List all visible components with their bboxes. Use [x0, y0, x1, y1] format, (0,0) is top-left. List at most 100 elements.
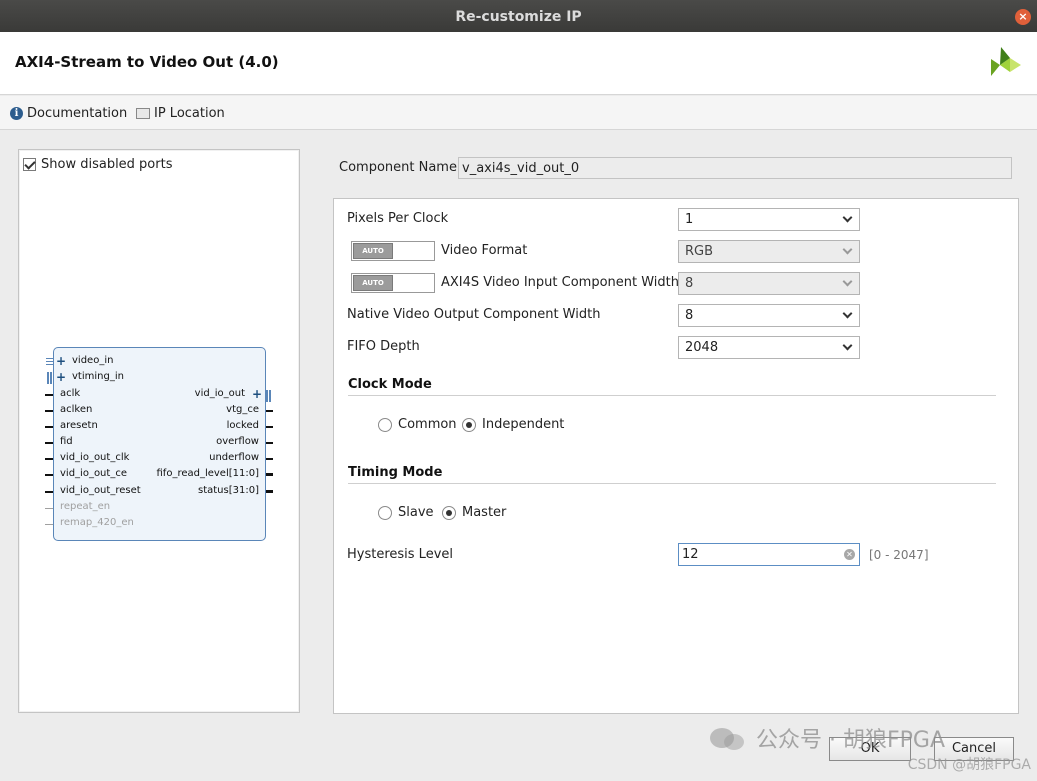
pin-vid-io-out-reset: [45, 491, 53, 493]
axi4s-width-select: 8: [678, 272, 860, 295]
auto-knob: AUTO: [353, 243, 393, 259]
video-format-select: RGB: [678, 240, 860, 263]
clock-mode-independent-label: Independent: [482, 417, 565, 432]
video-format-value: RGB: [685, 244, 714, 259]
clock-mode-common-label: Common: [398, 417, 457, 432]
ip-location-label: IP Location: [154, 106, 225, 121]
clock-mode-independent-radio[interactable]: Independent: [462, 417, 564, 432]
component-name-field[interactable]: v_axi4s_vid_out_0: [458, 157, 1012, 179]
hysteresis-level-label: Hysteresis Level: [347, 547, 453, 562]
close-icon[interactable]: ×: [1015, 9, 1031, 25]
wechat-icon: [710, 724, 746, 752]
window-titlebar: Re-customize IP ×: [0, 0, 1037, 32]
toolbar: i Documentation IP Location: [0, 96, 1037, 130]
fifo-depth-select[interactable]: 2048: [678, 336, 860, 359]
pin-aclk: [45, 394, 53, 396]
folder-icon: [136, 108, 150, 119]
ip-block-symbol: + video_in + vtiming_in aclk aclken ares…: [53, 347, 266, 541]
component-name-label: Component Name: [339, 160, 457, 175]
pin-underflow: [266, 458, 273, 460]
video-format-auto-toggle[interactable]: AUTO: [351, 241, 435, 261]
divider: [348, 395, 996, 396]
port-vtg-ce: vtg_ce: [226, 404, 259, 415]
native-width-value: 8: [685, 308, 694, 323]
documentation-button[interactable]: i Documentation: [10, 106, 127, 121]
timing-mode-slave-radio[interactable]: Slave: [378, 505, 434, 520]
bus-pin-video-in: [46, 361, 54, 362]
show-disabled-ports-checkbox[interactable]: Show disabled ports: [23, 157, 172, 172]
native-width-label: Native Video Output Component Width: [347, 307, 601, 322]
radio-selected-icon: [442, 505, 456, 520]
ip-symbol-panel: Show disabled ports + video_in + vtiming…: [18, 149, 300, 713]
pin-vtg-ce: [266, 410, 273, 412]
pin-aclken: [45, 410, 53, 412]
native-width-select[interactable]: 8: [678, 304, 860, 327]
expand-icon[interactable]: +: [56, 370, 66, 384]
chevron-down-icon: [842, 244, 853, 255]
axi4s-width-label: AXI4S Video Input Component Width: [441, 275, 680, 290]
clock-mode-common-radio[interactable]: Common: [378, 417, 457, 432]
port-overflow: overflow: [216, 436, 259, 447]
pin-status: [266, 490, 273, 493]
pin-vid-io-out-ce: [45, 474, 53, 476]
hysteresis-level-input[interactable]: 12 ✕: [678, 543, 860, 566]
expand-icon[interactable]: +: [252, 387, 262, 401]
timing-mode-master-label: Master: [462, 505, 507, 520]
bus-pin-vtiming-in: [47, 372, 49, 384]
fifo-depth-value: 2048: [685, 340, 719, 355]
port-remap-420-en: remap_420_en: [60, 517, 134, 528]
watermark-csdn: CSDN @胡狼FPGA: [907, 757, 1031, 773]
clock-mode-heading: Clock Mode: [348, 377, 432, 392]
pin-repeat-en: [45, 508, 53, 509]
port-vid-io-out: vid_io_out: [194, 388, 245, 399]
port-vid-io-out-ce: vid_io_out_ce: [60, 468, 127, 479]
port-fid: fid: [60, 436, 73, 447]
radio-icon: [378, 417, 392, 432]
timing-mode-master-radio[interactable]: Master: [442, 505, 506, 520]
port-vid-io-out-clk: vid_io_out_clk: [60, 452, 130, 463]
fifo-depth-label: FIFO Depth: [347, 339, 420, 354]
pixels-per-clock-value: 1: [685, 212, 694, 227]
port-status: status[31:0]: [198, 485, 259, 496]
config-panel: Pixels Per Clock 1 AUTO Video Format RGB…: [333, 198, 1019, 714]
hysteresis-range: [0 - 2047]: [869, 548, 929, 562]
port-fifo-read-level: fifo_read_level[11:0]: [156, 468, 260, 479]
documentation-label: Documentation: [27, 106, 128, 121]
axi4s-width-auto-toggle[interactable]: AUTO: [351, 273, 435, 293]
pin-overflow: [266, 442, 273, 444]
expand-icon[interactable]: +: [56, 354, 66, 368]
clear-icon[interactable]: ✕: [844, 549, 855, 560]
chevron-down-icon: [842, 276, 853, 287]
radio-icon: [378, 505, 392, 520]
show-disabled-ports-label: Show disabled ports: [41, 157, 173, 172]
port-locked: locked: [226, 420, 259, 431]
auto-knob: AUTO: [353, 275, 393, 291]
pin-remap-420-en: [45, 524, 53, 525]
port-underflow: underflow: [209, 452, 259, 463]
hysteresis-level-value: 12: [682, 547, 699, 562]
ip-location-button[interactable]: IP Location: [136, 106, 225, 121]
xilinx-logo-icon: [991, 47, 1021, 76]
ip-title: AXI4-Stream to Video Out (4.0): [15, 53, 279, 71]
port-aresetn: aresetn: [60, 420, 98, 431]
info-icon: i: [10, 107, 23, 120]
port-vid-io-out-reset: vid_io_out_reset: [60, 485, 141, 496]
pixels-per-clock-select[interactable]: 1: [678, 208, 860, 231]
chevron-down-icon: [842, 212, 853, 223]
pin-fid: [45, 442, 53, 444]
port-vtiming-in: vtiming_in: [72, 371, 124, 382]
port-repeat-en: repeat_en: [60, 501, 111, 512]
timing-mode-slave-label: Slave: [398, 505, 434, 520]
checkbox-checked-icon: [23, 158, 36, 171]
video-format-label: Video Format: [441, 243, 528, 258]
pin-vid-io-out-clk: [45, 458, 53, 460]
divider: [348, 483, 996, 484]
pixels-per-clock-label: Pixels Per Clock: [347, 211, 449, 226]
port-aclken: aclken: [60, 404, 93, 415]
pin-aresetn: [45, 426, 53, 428]
axi4s-width-value: 8: [685, 276, 694, 291]
ip-header: AXI4-Stream to Video Out (4.0): [0, 32, 1037, 95]
pin-fifo-read-level: [266, 473, 273, 476]
ok-button[interactable]: OK: [829, 737, 911, 761]
chevron-down-icon: [842, 340, 853, 351]
